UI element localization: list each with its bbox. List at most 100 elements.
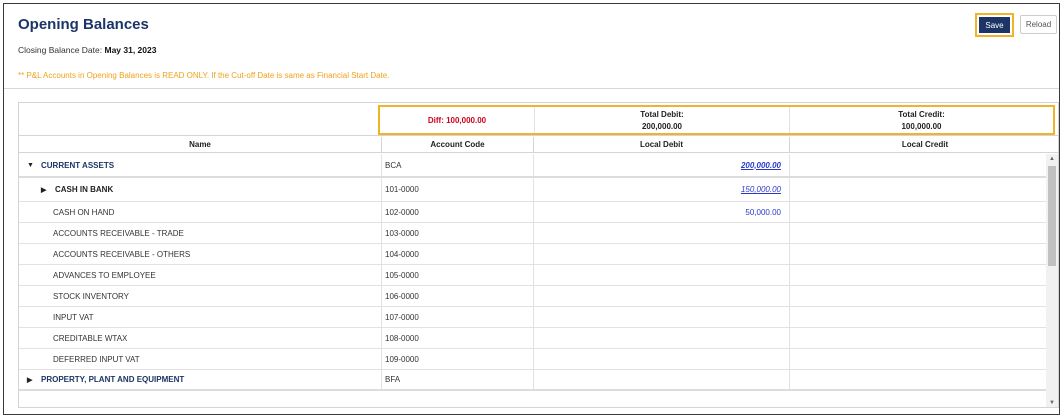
page-title: Opening Balances	[18, 16, 149, 33]
local-credit-cell[interactable]	[790, 244, 1046, 264]
account-name: CASH ON HAND	[53, 207, 115, 217]
local-credit-cell[interactable]	[790, 178, 1046, 201]
local-credit-cell[interactable]	[790, 349, 1046, 369]
local-debit-value[interactable]: 150,000.00	[741, 185, 781, 194]
account-code-cell: 108-0000	[382, 328, 534, 348]
table-row[interactable]: ACCOUNTS RECEIVABLE - OTHERS 104-0000	[19, 244, 1046, 265]
account-code-cell: 106-0000	[382, 286, 534, 306]
column-header-name[interactable]: Name	[19, 137, 382, 152]
total-credit-label: Total Credit:	[898, 109, 945, 119]
table-row[interactable]: ADVANCES TO EMPLOYEE 105-0000	[19, 265, 1046, 286]
account-name-cell: DEFERRED INPUT VAT	[19, 349, 382, 369]
account-name: CREDITABLE WTAX	[53, 333, 128, 343]
account-code-cell: BFA	[382, 370, 534, 389]
account-code-cell: 105-0000	[382, 265, 534, 285]
account-name: ACCOUNTS RECEIVABLE - TRADE	[53, 228, 184, 238]
account-code-cell: 109-0000	[382, 349, 534, 369]
account-name-cell: ACCOUNTS RECEIVABLE - OTHERS	[19, 244, 382, 264]
local-debit-cell[interactable]	[534, 328, 790, 348]
grid-body: ▼ CURRENT ASSETS BCA 200,000.00 ▶ CASH IN BAN…	[19, 154, 1046, 391]
table-row[interactable]: DEFERRED INPUT VAT 109-0000	[19, 349, 1046, 370]
local-credit-cell[interactable]	[790, 154, 1046, 176]
local-debit-cell[interactable]	[534, 349, 790, 369]
caret-down-icon[interactable]: ▼	[27, 162, 37, 169]
account-name-cell: CREDITABLE WTAX	[19, 328, 382, 348]
local-credit-cell[interactable]	[790, 328, 1046, 348]
account-name-cell: ▼ CURRENT ASSETS	[19, 154, 382, 176]
account-name-cell: STOCK INVENTORY	[19, 286, 382, 306]
account-name: DEFERRED INPUT VAT	[53, 354, 140, 364]
total-debit-cell: Total Debit: 200,000.00	[535, 107, 790, 133]
table-row[interactable]: ▶ CASH IN BANK 101-0000 150,000.00	[19, 178, 1046, 202]
column-header-account-code[interactable]: Account Code	[382, 137, 534, 152]
account-name-cell: ▶ PROPERTY, PLANT AND EQUIPMENT	[19, 370, 382, 389]
account-code-cell: 102-0000	[382, 202, 534, 222]
local-credit-cell[interactable]	[790, 202, 1046, 222]
local-credit-cell[interactable]	[790, 223, 1046, 243]
account-name-cell: ▶ CASH IN BANK	[19, 178, 382, 201]
local-debit-value: 50,000.00	[745, 207, 781, 217]
local-debit-cell[interactable]	[534, 265, 790, 285]
local-debit-cell[interactable]: 50,000.00	[534, 202, 790, 222]
save-button[interactable]: Save	[975, 13, 1014, 37]
account-name-cell: ACCOUNTS RECEIVABLE - TRADE	[19, 223, 382, 243]
totals-box: Diff: 100,000.00 Total Debit: 200,000.00…	[378, 105, 1055, 135]
account-name: STOCK INVENTORY	[53, 291, 130, 301]
closing-date-label: Closing Balance Date:	[18, 45, 103, 55]
scroll-down-icon[interactable]: ▼	[1046, 398, 1058, 407]
summary-row: Diff: 100,000.00 Total Debit: 200,000.00…	[19, 103, 1058, 136]
account-name: INPUT VAT	[53, 312, 94, 322]
caret-right-icon[interactable]: ▶	[41, 186, 51, 194]
table-row[interactable]: ▶ PROPERTY, PLANT AND EQUIPMENT BFA	[19, 370, 1046, 391]
table-row[interactable]: CASH ON HAND 102-0000 50,000.00	[19, 202, 1046, 223]
opening-balances-page: Opening Balances Closing Balance Date: M…	[3, 3, 1060, 415]
table-row[interactable]: STOCK INVENTORY 106-0000	[19, 286, 1046, 307]
account-name-cell: INPUT VAT	[19, 307, 382, 327]
account-name-cell: ADVANCES TO EMPLOYEE	[19, 265, 382, 285]
scroll-up-icon[interactable]: ▲	[1046, 154, 1058, 164]
account-name: CURRENT ASSETS	[41, 160, 115, 170]
local-debit-cell[interactable]	[534, 223, 790, 243]
local-debit-value[interactable]: 200,000.00	[741, 161, 781, 170]
local-credit-cell[interactable]	[790, 265, 1046, 285]
local-debit-cell[interactable]	[534, 370, 790, 389]
local-debit-cell[interactable]: 150,000.00	[534, 178, 790, 201]
local-debit-cell[interactable]	[534, 244, 790, 264]
closing-balance-date: Closing Balance Date: May 31, 2023	[18, 45, 156, 55]
table-row[interactable]: ▼ CURRENT ASSETS BCA 200,000.00	[19, 154, 1046, 178]
table-row[interactable]: CREDITABLE WTAX 108-0000	[19, 328, 1046, 349]
caret-right-icon[interactable]: ▶	[27, 376, 37, 384]
diff-value: Diff: 100,000.00	[427, 115, 487, 125]
account-name: PROPERTY, PLANT AND EQUIPMENT	[41, 375, 185, 384]
local-debit-cell[interactable]	[534, 307, 790, 327]
total-debit-value: 200,000.00	[641, 121, 683, 131]
account-code-cell: BCA	[382, 154, 534, 176]
column-header-row: Name Account Code Local Debit Local Cred…	[19, 137, 1058, 153]
account-name: CASH IN BANK	[55, 185, 114, 194]
header-divider	[4, 88, 1059, 89]
balances-grid: Diff: 100,000.00 Total Debit: 200,000.00…	[18, 102, 1059, 408]
local-debit-cell[interactable]	[534, 286, 790, 306]
account-name: ADVANCES TO EMPLOYEE	[53, 270, 156, 280]
account-code-cell: 104-0000	[382, 244, 534, 264]
closing-date-value: May 31, 2023	[104, 45, 157, 55]
diff-cell: Diff: 100,000.00	[380, 107, 535, 133]
local-credit-cell[interactable]	[790, 286, 1046, 306]
table-row[interactable]: ACCOUNTS RECEIVABLE - TRADE 103-0000	[19, 223, 1046, 244]
local-credit-cell[interactable]	[790, 307, 1046, 327]
column-header-local-credit[interactable]: Local Credit	[790, 137, 1058, 152]
total-credit-cell: Total Credit: 100,000.00	[790, 107, 1053, 133]
account-code-cell: 107-0000	[382, 307, 534, 327]
scroll-thumb[interactable]	[1048, 166, 1056, 266]
account-name: ACCOUNTS RECEIVABLE - OTHERS	[53, 249, 191, 259]
local-debit-cell[interactable]: 200,000.00	[534, 154, 790, 176]
column-header-local-debit[interactable]: Local Debit	[534, 137, 790, 152]
save-button-label: Save	[979, 17, 1010, 33]
vertical-scrollbar[interactable]: ▲ ▼	[1046, 154, 1058, 407]
table-row[interactable]: INPUT VAT 107-0000	[19, 307, 1046, 328]
total-credit-value: 100,000.00	[901, 121, 942, 131]
local-credit-cell[interactable]	[790, 370, 1046, 389]
account-code-cell: 101-0000	[382, 178, 534, 201]
total-debit-label: Total Debit:	[640, 109, 684, 119]
reload-button[interactable]: Reload	[1020, 15, 1057, 34]
